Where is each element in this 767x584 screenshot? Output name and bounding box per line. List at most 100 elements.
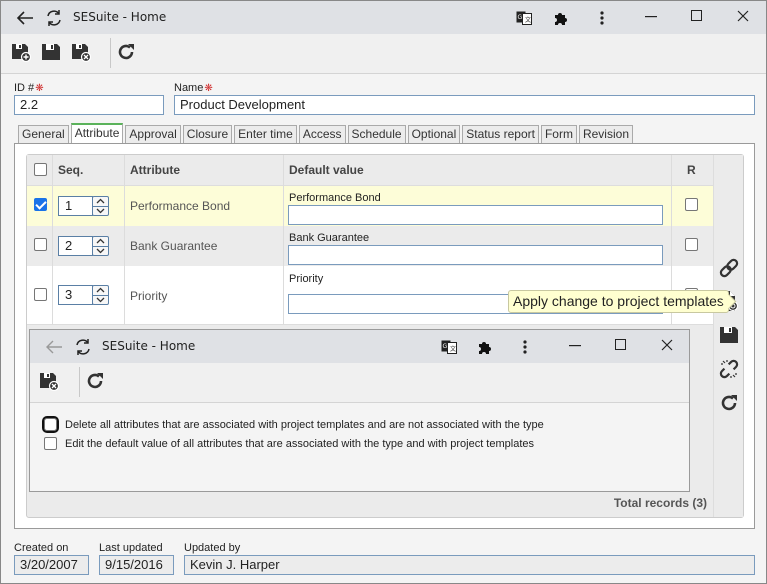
unlink-icon xyxy=(719,359,739,379)
edit-default-value-label[interactable]: Edit the default value of all attributes… xyxy=(65,438,534,450)
save-icon xyxy=(720,327,738,343)
last-updated-field: 9/15/2016 xyxy=(99,555,174,575)
seq-input[interactable]: 1 xyxy=(58,196,93,216)
reload-icon[interactable] xyxy=(44,8,64,28)
maximize-icon[interactable] xyxy=(611,335,631,355)
close-icon[interactable] xyxy=(657,335,677,355)
unlink-button[interactable] xyxy=(717,357,741,381)
column-header-seq[interactable]: Seq. xyxy=(58,163,83,177)
window-titlebar: SESuite - Home G文 xyxy=(1,1,766,34)
save-close-icon xyxy=(40,373,59,391)
tab-form[interactable]: Form xyxy=(540,125,577,143)
delete-unassociated-option[interactable]: Delete all attributes that are associate… xyxy=(42,416,544,433)
edit-default-value-option[interactable]: Edit the default value of all attributes… xyxy=(44,437,534,450)
more-vertical-icon[interactable] xyxy=(516,338,534,356)
default-value-input[interactable] xyxy=(288,205,663,225)
created-on-field: 3/20/2007 xyxy=(14,555,89,575)
minimize-icon[interactable] xyxy=(641,7,661,27)
chevron-down-icon xyxy=(96,208,105,214)
attribute-name: Performance Bond xyxy=(130,199,231,213)
seq-input[interactable]: 2 xyxy=(58,236,93,256)
back-arrow-icon[interactable] xyxy=(44,337,64,357)
save-icon xyxy=(42,44,60,60)
tab-closure[interactable]: Closure xyxy=(182,125,233,143)
id-input[interactable]: 2.2 xyxy=(14,95,164,115)
required-checkbox[interactable] xyxy=(685,198,698,211)
save-close-icon xyxy=(72,44,91,62)
seq-stepper[interactable] xyxy=(92,285,109,305)
required-icon: ❋ xyxy=(35,83,44,94)
refresh-icon xyxy=(721,395,737,411)
default-value-input[interactable] xyxy=(288,245,663,265)
tab-general[interactable]: General xyxy=(18,125,69,143)
tab-enter-time[interactable]: Enter time xyxy=(234,125,297,143)
extension-puzzle-icon[interactable] xyxy=(552,9,570,27)
tab-revision[interactable]: Revision xyxy=(578,125,633,143)
extension-puzzle-icon[interactable] xyxy=(476,338,494,356)
refresh-button[interactable] xyxy=(83,369,107,393)
chevron-down-icon xyxy=(96,297,105,303)
column-divider xyxy=(52,155,53,325)
save-and-close-button[interactable] xyxy=(37,369,61,393)
seq-stepper[interactable] xyxy=(92,196,109,216)
tab-schedule[interactable]: Schedule xyxy=(347,125,406,143)
svg-text:文: 文 xyxy=(450,345,456,353)
minimize-icon[interactable] xyxy=(565,336,585,356)
row-checkbox[interactable] xyxy=(34,198,47,211)
column-header-default-value[interactable]: Default value xyxy=(289,163,364,177)
back-arrow-icon[interactable] xyxy=(15,8,35,28)
maximize-icon[interactable] xyxy=(687,6,707,26)
chevron-up-icon xyxy=(96,287,105,293)
save-grid-button[interactable] xyxy=(717,323,741,347)
window-title: SESuite - Home xyxy=(73,10,167,24)
created-on-label: Created on xyxy=(14,542,69,554)
row-checkbox[interactable] xyxy=(34,238,47,251)
refresh-grid-button[interactable] xyxy=(717,391,741,415)
save-button[interactable] xyxy=(39,40,63,64)
edit-default-value-checkbox[interactable] xyxy=(44,437,57,450)
required-checkbox[interactable] xyxy=(685,238,698,251)
tab-attribute[interactable]: Attribute xyxy=(70,123,124,144)
close-icon[interactable] xyxy=(733,6,753,26)
updated-by-label: Updated by xyxy=(184,542,241,554)
name-input[interactable]: Product Development xyxy=(174,95,755,115)
chevron-up-icon xyxy=(96,198,105,204)
save-and-new-button[interactable] xyxy=(9,40,33,64)
required-icon: ❋ xyxy=(204,83,213,94)
total-records: Total records (3) xyxy=(613,496,707,510)
name-label: Name❋ xyxy=(174,82,213,94)
select-all-checkbox[interactable] xyxy=(34,163,47,176)
delete-unassociated-label[interactable]: Delete all attributes that are associate… xyxy=(65,419,544,431)
more-vertical-icon[interactable] xyxy=(593,9,611,27)
table-row[interactable]: 2 Bank Guarantee Bank Guarantee xyxy=(27,226,713,266)
apply-changes-dialog: SESuite - Home G文 Delete all attributes xyxy=(29,329,690,492)
reload-icon[interactable] xyxy=(73,337,93,357)
svg-text:G: G xyxy=(518,14,523,21)
row-checkbox[interactable] xyxy=(34,288,47,301)
tab-bar: General Attribute Approval Closure Enter… xyxy=(18,123,635,144)
tab-status-report[interactable]: Status report xyxy=(462,125,539,143)
seq-input[interactable]: 3 xyxy=(58,285,93,305)
table-row[interactable]: 1 Performance Bond Performance Bond xyxy=(27,186,713,226)
default-value-label: Priority xyxy=(289,273,324,285)
grid-side-toolbar xyxy=(713,155,743,517)
tab-approval[interactable]: Approval xyxy=(125,125,181,143)
tab-optional[interactable]: Optional xyxy=(407,125,461,143)
save-and-close-button[interactable] xyxy=(69,40,93,64)
refresh-icon xyxy=(118,44,134,60)
tab-access[interactable]: Access xyxy=(298,125,346,143)
dialog-titlebar: SESuite - Home G文 xyxy=(30,330,689,363)
column-header-r[interactable]: R xyxy=(687,163,696,177)
toolbar-separator xyxy=(79,367,80,397)
dialog-toolbar xyxy=(30,363,689,403)
link-button[interactable] xyxy=(717,256,741,280)
refresh-button[interactable] xyxy=(114,40,138,64)
tooltip: Apply change to project templates xyxy=(508,290,729,313)
attribute-name: Bank Guarantee xyxy=(130,239,218,253)
column-header-attribute[interactable]: Attribute xyxy=(130,163,180,177)
translate-icon[interactable]: G文 xyxy=(440,338,458,356)
translate-icon[interactable]: G文 xyxy=(515,9,533,27)
delete-unassociated-checkbox[interactable] xyxy=(42,416,59,433)
seq-stepper[interactable] xyxy=(92,236,109,256)
link-icon xyxy=(719,258,739,278)
